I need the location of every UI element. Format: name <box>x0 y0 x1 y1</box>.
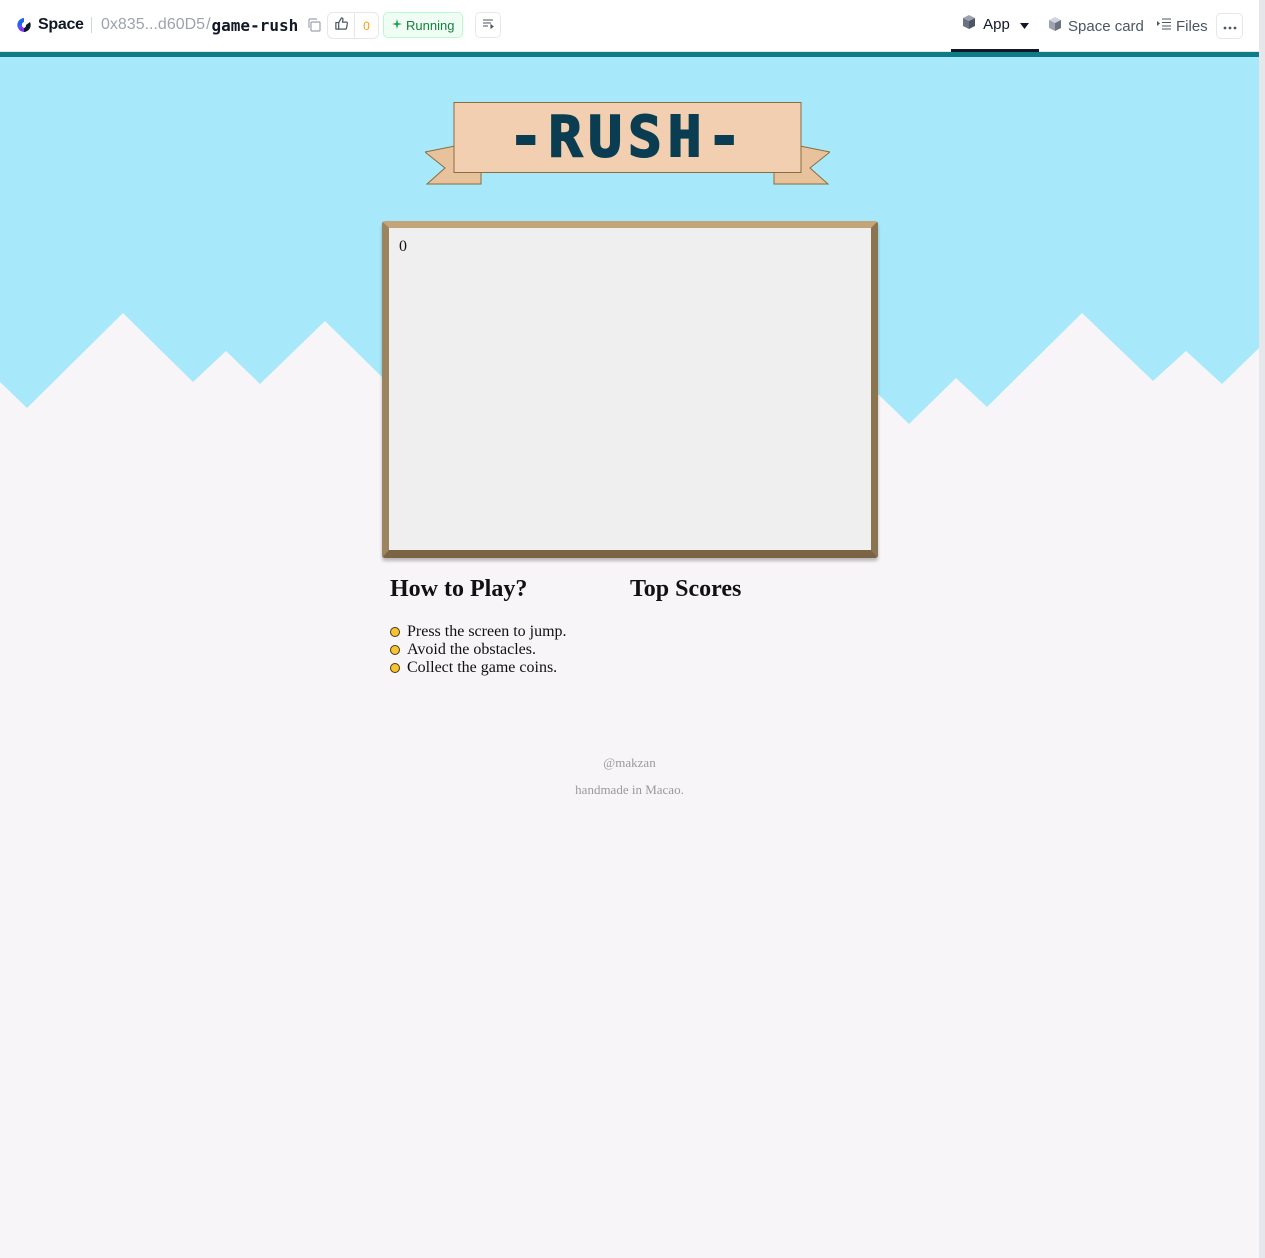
game-canvas[interactable]: 0 <box>389 228 871 550</box>
running-icon <box>392 16 402 34</box>
coin-icon <box>390 627 400 637</box>
tab-space-card[interactable]: Space card <box>1047 0 1144 52</box>
instruction-text: Avoid the obstacles. <box>407 641 537 658</box>
cube-icon <box>961 14 977 35</box>
top-bar: Space 0x835...d60D5 / game-rush 0 Runnin… <box>0 0 1259 52</box>
list-item: Avoid the obstacles. <box>390 641 567 659</box>
divider <box>91 17 92 33</box>
thumbs-up-icon <box>334 16 349 36</box>
repo-owner-link[interactable]: 0x835...d60D5 <box>101 16 205 34</box>
brand-name: Space <box>38 16 84 33</box>
cube-icon <box>1047 16 1063 37</box>
logs-button[interactable] <box>475 12 501 38</box>
scrollbar[interactable] <box>1259 0 1265 1258</box>
instruction-text: Press the screen to jump. <box>407 623 567 640</box>
game-frame: 0 <box>382 221 878 558</box>
like-button[interactable] <box>328 13 355 38</box>
coin-icon <box>390 645 400 655</box>
caret-down-icon[interactable] <box>1019 16 1029 34</box>
instructions-list: Press the screen to jump. Avoid the obst… <box>390 623 567 677</box>
logs-icon <box>482 16 494 34</box>
breadcrumb-separator: / <box>206 16 211 33</box>
made-in-credit: handmade in Macao. <box>575 782 684 797</box>
copy-icon[interactable] <box>306 17 322 33</box>
like-group: 0 <box>327 12 379 39</box>
files-icon <box>1157 17 1171 35</box>
space-logo-icon <box>16 17 32 33</box>
coin-icon <box>390 663 400 673</box>
status-text: Running <box>406 17 455 33</box>
more-options-button[interactable] <box>1216 13 1243 39</box>
score-display: 0 <box>399 238 407 255</box>
tab-app[interactable]: App <box>951 0 1039 52</box>
author-credit: @makzan <box>603 755 656 770</box>
how-to-play-heading: How to Play? <box>390 576 528 602</box>
tab-files[interactable]: Files <box>1157 0 1208 52</box>
ellipsis-icon <box>1223 17 1237 35</box>
top-scores-heading: Top Scores <box>630 576 742 602</box>
list-item: Press the screen to jump. <box>390 623 567 641</box>
tab-files-label: Files <box>1176 17 1208 35</box>
app-frame: -RUSH- 0 How to Play? Press the screen t… <box>0 57 1259 1258</box>
tab-app-label: App <box>983 16 1010 33</box>
space-home-link[interactable]: Space <box>16 14 84 36</box>
breadcrumb: 0x835...d60D5 / game-rush <box>101 14 298 36</box>
tab-space-card-label: Space card <box>1068 17 1144 35</box>
repo-name-link[interactable]: game-rush <box>212 16 299 35</box>
like-count[interactable]: 0 <box>355 13 378 38</box>
instruction-text: Collect the game coins. <box>407 659 558 676</box>
game-title: -RUSH- <box>508 104 748 171</box>
status-badge: Running <box>383 12 464 38</box>
list-item: Collect the game coins. <box>390 659 567 677</box>
